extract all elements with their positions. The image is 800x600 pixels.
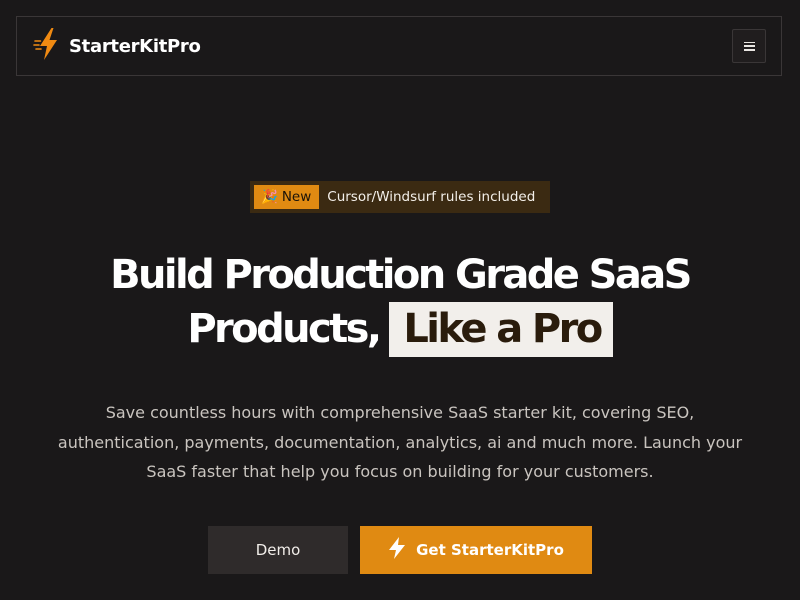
announcement-badge[interactable]: 🎉 New Cursor/Windsurf rules included	[250, 181, 550, 213]
new-tag-label: New	[281, 189, 312, 205]
menu-button[interactable]	[732, 29, 766, 63]
demo-button[interactable]: Demo	[208, 526, 348, 574]
headline-highlight: Like a Pro	[389, 302, 613, 357]
lightning-bolt-icon	[388, 537, 406, 563]
get-starterkitpro-button[interactable]: Get StarterKitPro	[360, 526, 592, 574]
headline-line-2: Products,	[187, 306, 382, 352]
new-tag: 🎉 New	[254, 185, 320, 209]
brand-name: StarterKitPro	[69, 35, 201, 57]
get-starterkitpro-label: Get StarterKitPro	[416, 541, 564, 559]
lightning-logo-icon	[33, 27, 63, 65]
navbar: StarterKitPro	[16, 16, 782, 76]
announcement-text: Cursor/Windsurf rules included	[327, 189, 536, 205]
hero-subtext: Save countless hours with comprehensive …	[57, 403, 743, 481]
demo-button-label: Demo	[255, 541, 301, 559]
hero-headline: Build Production Grade SaaS Products, Lik…	[0, 248, 800, 357]
brand-logo-link[interactable]: StarterKitPro	[33, 27, 201, 65]
party-popper-icon: 🎉	[261, 189, 278, 205]
hamburger-menu-icon	[743, 41, 755, 51]
headline-line-1: Build Production Grade SaaS	[110, 252, 692, 298]
